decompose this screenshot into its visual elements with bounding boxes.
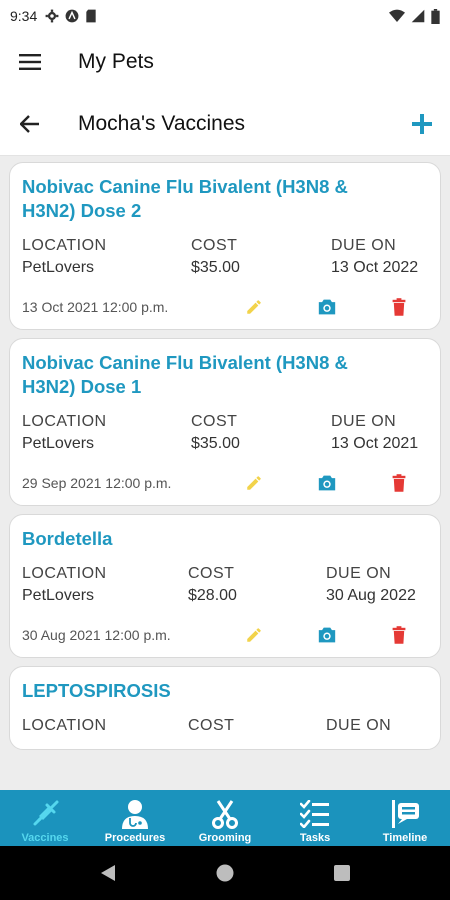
system-navigation-bar bbox=[0, 846, 450, 900]
trash-icon bbox=[392, 298, 406, 316]
delete-button[interactable] bbox=[369, 471, 428, 495]
vaccine-name: Nobivac Canine Flu Bivalent (H3N8 & H3N2… bbox=[22, 352, 348, 397]
timeline-icon bbox=[392, 800, 419, 828]
location-label: LOCATION bbox=[22, 565, 107, 582]
location-value: PetLovers bbox=[22, 587, 95, 604]
sd-card-icon bbox=[86, 9, 96, 23]
pencil-icon bbox=[247, 628, 262, 642]
vaccine-card[interactable]: Nobivac Canine Flu Bivalent (H3N8 & H3N2… bbox=[9, 162, 441, 330]
vaccine-name: Bordetella bbox=[22, 528, 113, 549]
tab-vaccines[interactable]: Vaccines bbox=[0, 790, 90, 846]
due-on-value: 13 Oct 2022 bbox=[331, 259, 419, 276]
edit-button[interactable] bbox=[225, 471, 284, 495]
due-on-label: DUE ON bbox=[331, 237, 397, 254]
cost-value: $35.00 bbox=[191, 435, 240, 452]
location-value: PetLovers bbox=[22, 259, 95, 276]
sub-header: Mocha's Vaccines bbox=[0, 92, 450, 156]
cost-label: COST bbox=[188, 717, 235, 734]
app-title: My Pets bbox=[78, 50, 154, 73]
bottom-navigation: Vaccines Procedures Grooming Tasks Timel… bbox=[0, 790, 450, 846]
arrow-back-icon bbox=[20, 114, 39, 133]
vaccine-card[interactable]: Bordetella LOCATION PetLovers COST $28.0… bbox=[9, 514, 441, 658]
app-icon bbox=[65, 9, 79, 23]
vaccine-date: 29 Sep 2021 12:00 p.m. bbox=[22, 475, 172, 491]
pencil-icon bbox=[247, 300, 262, 314]
cost-label: COST bbox=[191, 237, 238, 254]
camera-icon bbox=[318, 299, 335, 315]
delete-button[interactable] bbox=[369, 623, 428, 647]
cost-value: $35.00 bbox=[191, 259, 240, 276]
wifi-icon bbox=[389, 9, 405, 22]
tab-label: Tasks bbox=[299, 832, 331, 844]
tab-label: Timeline bbox=[382, 832, 428, 844]
cost-label: COST bbox=[191, 413, 238, 430]
vaccine-name: Nobivac Canine Flu Bivalent (H3N8 & H3N2… bbox=[22, 176, 348, 221]
photo-button[interactable] bbox=[297, 623, 356, 647]
tab-tasks[interactable]: Tasks bbox=[270, 790, 360, 846]
trash-icon bbox=[392, 474, 406, 492]
vaccine-date: 30 Aug 2021 12:00 p.m. bbox=[22, 627, 171, 643]
app-bar: My Pets bbox=[0, 32, 450, 92]
cost-value: $28.00 bbox=[188, 587, 237, 604]
vaccine-card[interactable]: LEPTOSPIROSIS LOCATION COST DUE ON bbox=[9, 666, 441, 750]
pencil-icon bbox=[247, 476, 262, 490]
photo-button[interactable] bbox=[297, 471, 356, 495]
due-on-label: DUE ON bbox=[331, 413, 397, 430]
cost-label: COST bbox=[188, 565, 235, 582]
due-on-value: 30 Aug 2022 bbox=[326, 587, 416, 604]
due-on-label: DUE ON bbox=[326, 565, 392, 582]
back-button[interactable] bbox=[0, 92, 60, 156]
signal-icon bbox=[411, 9, 425, 23]
camera-icon bbox=[318, 475, 335, 491]
tab-label: Vaccines bbox=[21, 832, 69, 844]
location-label: LOCATION bbox=[22, 717, 107, 734]
add-vaccine-button[interactable] bbox=[402, 104, 442, 144]
system-home-icon[interactable] bbox=[216, 864, 234, 882]
hamburger-menu-icon bbox=[19, 54, 41, 70]
location-value: PetLovers bbox=[22, 435, 95, 452]
system-recents-icon[interactable] bbox=[334, 865, 350, 881]
tab-procedures[interactable]: Procedures bbox=[90, 790, 180, 846]
plus-icon bbox=[412, 114, 432, 134]
location-label: LOCATION bbox=[22, 237, 107, 254]
vaccine-date: 13 Oct 2021 12:00 p.m. bbox=[22, 299, 169, 315]
tab-timeline[interactable]: Timeline bbox=[360, 790, 450, 846]
tab-label: Grooming bbox=[198, 832, 252, 844]
doctor-icon bbox=[122, 800, 148, 829]
tab-grooming[interactable]: Grooming bbox=[180, 790, 270, 846]
scissors-icon bbox=[212, 800, 238, 829]
settings-icon bbox=[45, 9, 59, 23]
menu-button[interactable] bbox=[0, 32, 60, 92]
photo-button[interactable] bbox=[297, 295, 356, 319]
checklist-icon bbox=[300, 800, 329, 828]
camera-icon bbox=[318, 627, 335, 643]
due-on-value: 13 Oct 2021 bbox=[331, 435, 419, 452]
vaccine-card[interactable]: Nobivac Canine Flu Bivalent (H3N8 & H3N2… bbox=[9, 338, 441, 506]
due-on-label: DUE ON bbox=[326, 717, 392, 734]
syringe-icon bbox=[33, 800, 59, 826]
status-time: 9:34 bbox=[10, 8, 38, 24]
edit-button[interactable] bbox=[225, 623, 284, 647]
delete-button[interactable] bbox=[369, 295, 428, 319]
location-label: LOCATION bbox=[22, 413, 107, 430]
edit-button[interactable] bbox=[225, 295, 284, 319]
battery-icon bbox=[431, 8, 440, 24]
status-bar: 9:34 bbox=[0, 0, 450, 32]
page-title: Mocha's Vaccines bbox=[78, 111, 246, 135]
tab-label: Procedures bbox=[104, 832, 166, 844]
vaccine-name: LEPTOSPIROSIS bbox=[22, 680, 171, 701]
trash-icon bbox=[392, 626, 406, 644]
vaccine-list[interactable]: Nobivac Canine Flu Bivalent (H3N8 & H3N2… bbox=[0, 156, 450, 790]
system-back-icon[interactable] bbox=[100, 864, 116, 882]
